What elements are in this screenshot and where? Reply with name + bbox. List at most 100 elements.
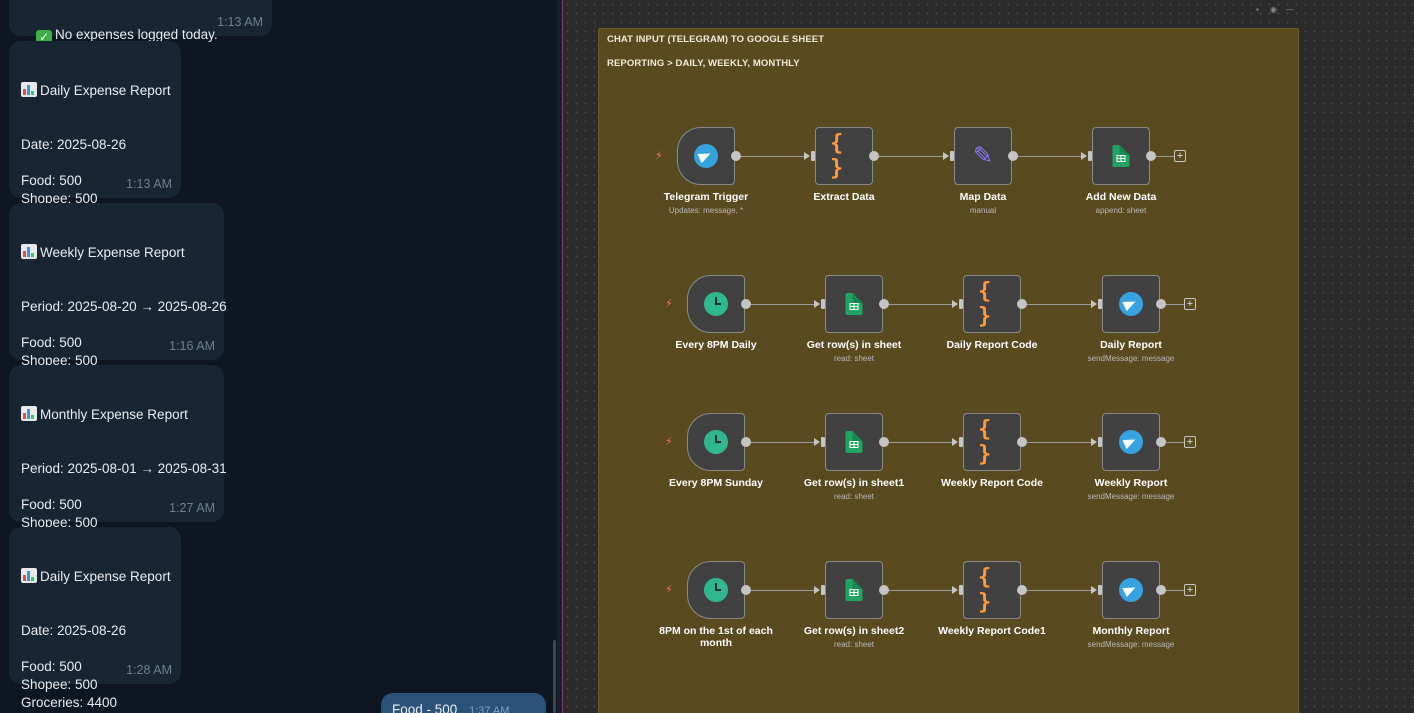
add-node-button[interactable]: + bbox=[1174, 150, 1186, 162]
output-port[interactable] bbox=[1008, 151, 1018, 161]
code-icon: { } bbox=[830, 131, 844, 181]
message-head: Monthly Expense Report bbox=[40, 407, 188, 422]
input-port[interactable] bbox=[811, 151, 815, 161]
connection-line bbox=[751, 304, 815, 305]
node-label: 8PM on the 1st of each month bbox=[659, 625, 773, 649]
message-head: Daily Expense Report bbox=[40, 83, 171, 98]
add-node-button[interactable]: + bbox=[1184, 436, 1196, 448]
chat-scrollbar[interactable] bbox=[553, 640, 556, 713]
output-port[interactable] bbox=[879, 437, 889, 447]
output-port[interactable] bbox=[1156, 585, 1166, 595]
node-label: Add New Data bbox=[1085, 191, 1157, 203]
input-port[interactable] bbox=[1098, 585, 1102, 595]
connection-line bbox=[1027, 590, 1092, 591]
workflow-node[interactable] bbox=[1102, 275, 1160, 333]
node-label: Map Data bbox=[959, 191, 1007, 203]
output-port[interactable] bbox=[1017, 437, 1027, 447]
sticky-title: CHAT INPUT (TELEGRAM) TO GOOGLE SHEET bbox=[607, 34, 825, 45]
output-port[interactable] bbox=[869, 151, 879, 161]
connection-line bbox=[879, 156, 944, 157]
clock-icon bbox=[704, 578, 728, 602]
workflow-node[interactable] bbox=[1102, 561, 1160, 619]
message-head: No expenses logged today. bbox=[55, 27, 218, 42]
input-port[interactable] bbox=[950, 151, 954, 161]
code-icon: { } bbox=[978, 565, 992, 615]
more-icon[interactable]: — bbox=[1286, 6, 1294, 14]
workflow-node[interactable]: { } bbox=[815, 127, 873, 185]
connection-arrow-icon bbox=[952, 586, 958, 594]
connection-line bbox=[889, 590, 953, 591]
workflow-node[interactable] bbox=[825, 561, 883, 619]
node-subtitle: read: sheet bbox=[833, 354, 875, 363]
workflow-node[interactable]: ✎ bbox=[954, 127, 1012, 185]
workflow-node[interactable] bbox=[687, 561, 745, 619]
node-subtitle: sendMessage: message bbox=[1087, 492, 1175, 501]
input-port[interactable] bbox=[959, 437, 963, 447]
input-port[interactable] bbox=[821, 437, 825, 447]
pencil-icon: ✎ bbox=[972, 142, 994, 170]
node-subtitle: read: sheet bbox=[833, 492, 875, 501]
output-port[interactable] bbox=[879, 585, 889, 595]
workflow-node[interactable]: { } bbox=[963, 413, 1021, 471]
output-port[interactable] bbox=[741, 437, 751, 447]
clock-icon bbox=[704, 292, 728, 316]
sticky-subtitle: REPORTING > DAILY, WEEKLY, MONTHLY bbox=[607, 58, 800, 69]
connection-arrow-icon bbox=[1091, 586, 1097, 594]
output-port[interactable] bbox=[1017, 585, 1027, 595]
connection-arrow-icon bbox=[1091, 300, 1097, 308]
connection-line bbox=[751, 442, 815, 443]
output-port[interactable] bbox=[1156, 437, 1166, 447]
chat-message[interactable]: Weekly Expense Report Period: 2025-08-20… bbox=[9, 203, 227, 422]
input-port[interactable] bbox=[1088, 151, 1092, 161]
add-node-button[interactable]: + bbox=[1184, 298, 1196, 310]
workflow-node[interactable] bbox=[825, 413, 883, 471]
workflow-node[interactable] bbox=[1092, 127, 1150, 185]
output-port[interactable] bbox=[1156, 299, 1166, 309]
output-port[interactable] bbox=[741, 585, 751, 595]
workflow-node[interactable] bbox=[1102, 413, 1160, 471]
chat-message[interactable]: Monthly Expense Report Period: 2025-08-0… bbox=[9, 365, 227, 584]
chat-message[interactable]: ✓ No expenses logged today. 1:13 AM bbox=[9, 0, 272, 45]
input-port[interactable] bbox=[821, 585, 825, 595]
message-head: Weekly Expense Report bbox=[40, 245, 185, 260]
chat-message[interactable]: Daily Expense Report Date: 2025-08-26 Fo… bbox=[9, 41, 181, 260]
input-port[interactable] bbox=[959, 299, 963, 309]
trigger-bolt-icon: ⚡ bbox=[665, 298, 673, 310]
input-port[interactable] bbox=[1098, 437, 1102, 447]
connection-arrow-icon bbox=[952, 300, 958, 308]
output-port[interactable] bbox=[879, 299, 889, 309]
workflow-node[interactable]: { } bbox=[963, 561, 1021, 619]
trash-icon[interactable]: ▪ bbox=[1256, 6, 1264, 14]
trigger-bolt-icon: ⚡ bbox=[665, 436, 673, 448]
input-port[interactable] bbox=[1098, 299, 1102, 309]
workflow-node[interactable] bbox=[687, 413, 745, 471]
workflow-node[interactable]: { } bbox=[963, 275, 1021, 333]
message-time: 1:27 AM bbox=[169, 501, 215, 515]
workflow-node[interactable] bbox=[825, 275, 883, 333]
node-label: Extract Data bbox=[813, 191, 875, 203]
outgoing-message[interactable]: Food - 500 1:37 AM bbox=[381, 693, 546, 713]
chat-message[interactable]: Daily Expense Report Date: 2025-08-26 Fo… bbox=[9, 527, 181, 710]
input-port[interactable] bbox=[821, 299, 825, 309]
output-port[interactable] bbox=[1017, 299, 1027, 309]
workflow-node[interactable] bbox=[687, 275, 745, 333]
output-port[interactable] bbox=[741, 299, 751, 309]
output-port[interactable] bbox=[1146, 151, 1156, 161]
message-time: 1:28 AM bbox=[126, 663, 172, 677]
workflow-node[interactable] bbox=[677, 127, 735, 185]
connection-line bbox=[741, 156, 805, 157]
telegram-chat-pane: ✓ No expenses logged today. 1:13 AM Daily… bbox=[0, 0, 557, 713]
node-subtitle: manual bbox=[969, 206, 997, 215]
add-node-button[interactable]: + bbox=[1184, 584, 1196, 596]
workflow-canvas[interactable]: ▪ ◉ — CHAT INPUT (TELEGRAM) TO GOOGLE SH… bbox=[563, 0, 1414, 713]
palette-icon[interactable]: ◉ bbox=[1270, 6, 1278, 14]
node-label: Weekly Report Code bbox=[941, 477, 1043, 489]
node-subtitle: sendMessage: message bbox=[1087, 640, 1175, 649]
output-port[interactable] bbox=[731, 151, 741, 161]
input-port[interactable] bbox=[959, 585, 963, 595]
outgoing-text: Food - 500 bbox=[392, 702, 458, 713]
node-label: Get row(s) in sheet1 bbox=[803, 477, 905, 489]
connection-arrow-icon bbox=[814, 438, 820, 446]
bar-chart-emoji-icon bbox=[21, 406, 37, 421]
node-label: Telegram Trigger bbox=[663, 191, 749, 203]
